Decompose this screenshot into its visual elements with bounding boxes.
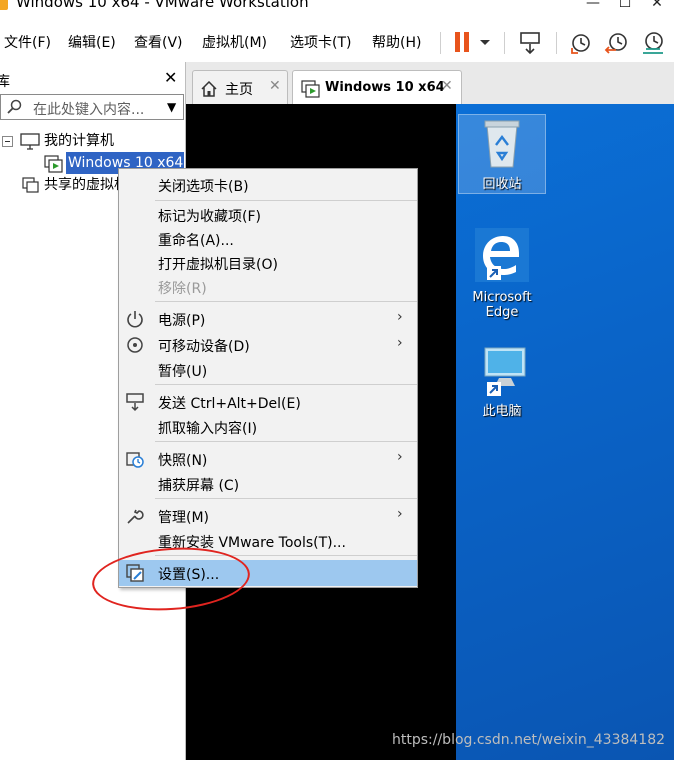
submenu-arrow-icon: › <box>397 449 403 465</box>
menu-separator <box>155 498 417 499</box>
desktop-label-edge: Microsoft Edge <box>472 290 532 320</box>
desktop-label-this-pc: 此电脑 <box>482 404 522 419</box>
computer-icon <box>20 133 40 150</box>
desktop-icon-recycle-bin[interactable]: 回收站 <box>458 114 546 194</box>
home-icon <box>201 81 217 97</box>
menu-item-mark-favorite[interactable]: 标记为收藏项(F) <box>119 203 417 227</box>
window-title: Windows 10 x64 - VMware Workstation <box>16 0 309 11</box>
submenu-arrow-icon: › <box>397 335 403 351</box>
this-pc-icon <box>484 347 526 396</box>
desktop-icon-edge[interactable]: Microsoft Edge <box>458 226 546 320</box>
tree-label-shared: 共享的虚拟机 <box>44 177 128 193</box>
send-ctrl-alt-del-icon <box>126 393 144 412</box>
snapshot-icon[interactable] <box>568 30 594 56</box>
snapshot-manager-icon[interactable] <box>640 30 666 56</box>
menu-item-rename[interactable]: 重命名(A)... <box>119 227 417 251</box>
menu-file[interactable]: 文件(F) <box>4 32 51 52</box>
submenu-arrow-icon: › <box>397 309 403 325</box>
desktop-label-recycle-bin: 回收站 <box>482 177 522 192</box>
tab-windows-10-x64[interactable]: Windows 10 x64 ✕ <box>292 70 462 105</box>
send-ctrl-alt-del-icon[interactable] <box>518 30 544 56</box>
menu-item-close-tab[interactable]: 关闭选项卡(B) <box>119 173 417 197</box>
menu-edit[interactable]: 编辑(E) <box>68 32 116 52</box>
tab-home-label: 主页 <box>225 82 253 98</box>
disc-icon <box>127 337 143 353</box>
watermark: https://blog.csdn.net/weixin_43384182 <box>392 732 666 748</box>
menu-item-pause[interactable]: 暂停(U) <box>119 358 417 382</box>
menu-item-removable-devices[interactable]: 可移动设备(D) › <box>119 333 417 357</box>
search-icon <box>7 99 22 114</box>
menu-tabs[interactable]: 选项卡(T) <box>290 32 351 52</box>
tree-label-my-computer: 我的计算机 <box>44 133 114 149</box>
library-title: 库 <box>0 74 10 90</box>
close-tab-icon[interactable]: ✕ <box>269 78 281 94</box>
close-icon[interactable]: ✕ <box>642 0 672 14</box>
collapse-icon[interactable] <box>2 136 13 147</box>
close-icon[interactable]: ✕ <box>164 68 177 87</box>
snapshot-icon <box>126 452 144 468</box>
chevron-down-icon[interactable]: ▼ <box>167 100 176 114</box>
revert-snapshot-icon[interactable] <box>604 30 630 56</box>
edge-icon <box>475 228 529 282</box>
pause-icon[interactable] <box>452 30 474 56</box>
recycle-bin-icon <box>484 120 520 168</box>
menu-item-grab-input[interactable]: 抓取输入内容(I) <box>119 415 417 439</box>
menu-separator <box>155 441 417 442</box>
vm-running-icon <box>44 155 63 173</box>
shared-vm-icon <box>22 177 39 193</box>
window-controls: — ☐ ✕ <box>578 0 674 14</box>
toolbar-separator <box>440 32 441 54</box>
close-tab-icon[interactable]: ✕ <box>441 78 453 94</box>
menu-separator <box>155 301 417 302</box>
menu-item-snapshot[interactable]: 快照(N) › <box>119 447 417 471</box>
menu-vm[interactable]: 虚拟机(M) <box>202 32 267 52</box>
maximize-icon[interactable]: ☐ <box>610 0 640 14</box>
vmware-app-icon <box>0 0 8 10</box>
submenu-arrow-icon: › <box>397 506 403 522</box>
wrench-icon <box>127 509 144 524</box>
vm-running-icon <box>301 80 320 98</box>
menu-item-capture-screen[interactable]: 捕获屏幕 (C) <box>119 472 417 496</box>
menu-item-open-vm-dir[interactable]: 打开虚拟机目录(O) <box>119 251 417 275</box>
tab-home[interactable]: 主页 ✕ <box>192 70 288 104</box>
vm-context-menu: 关闭选项卡(B) 标记为收藏项(F) 重命名(A)... 打开虚拟机目录(O) … <box>118 168 418 588</box>
menu-bar: 文件(F) 编辑(E) 查看(V) 虚拟机(M) 选项卡(T) 帮助(H) <box>0 22 674 62</box>
library-search-input[interactable]: 在此处键入内容... ▼ <box>0 94 184 120</box>
toolbar-separator <box>556 32 557 54</box>
desktop-icon-this-pc[interactable]: 此电脑 <box>458 344 546 419</box>
minimize-icon[interactable]: — <box>578 0 608 14</box>
search-placeholder: 在此处键入内容... <box>33 102 145 118</box>
menu-separator <box>155 200 417 201</box>
vm-desktop[interactable]: 回收站 Microsoft Edge 此电脑 <box>456 104 674 760</box>
menu-item-manage[interactable]: 管理(M) › <box>119 504 417 528</box>
tab-vm-label: Windows 10 x64 <box>325 80 445 95</box>
menu-item-power[interactable]: 电源(P) › <box>119 307 417 331</box>
chevron-down-icon[interactable] <box>478 30 492 56</box>
power-icon <box>127 311 143 328</box>
tab-bar: 主页 ✕ Windows 10 x64 ✕ <box>186 62 674 105</box>
menu-item-send-cad[interactable]: 发送 Ctrl+Alt+Del(E) <box>119 390 417 414</box>
title-bar: Windows 10 x64 - VMware Workstation — ☐ … <box>0 0 674 16</box>
toolbar-separator <box>504 32 505 54</box>
menu-separator <box>155 384 417 385</box>
menu-help[interactable]: 帮助(H) <box>372 32 421 52</box>
menu-item-remove: 移除(R) <box>158 281 207 297</box>
menu-view[interactable]: 查看(V) <box>134 32 183 52</box>
